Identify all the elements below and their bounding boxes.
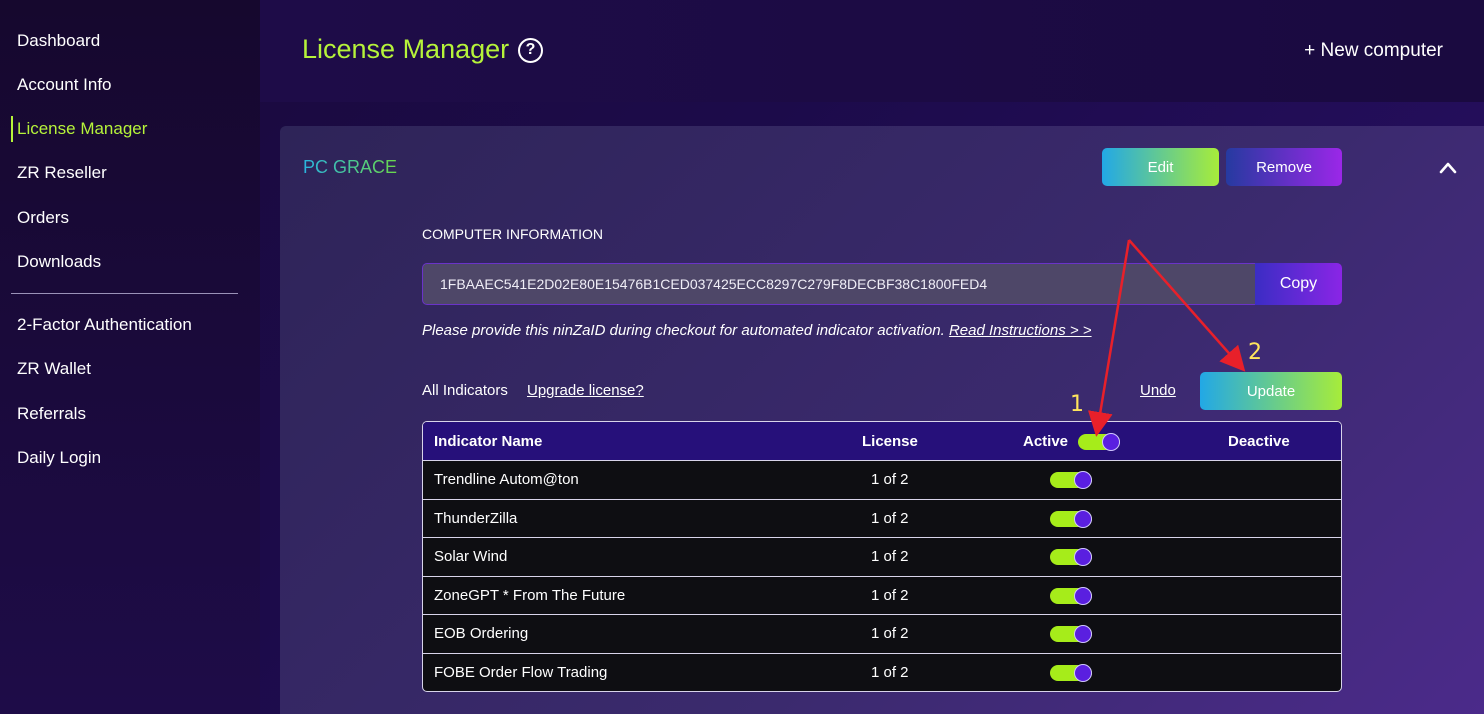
toggle-all-active[interactable] (1078, 433, 1120, 451)
sidebar-item-downloads[interactable]: Downloads (17, 252, 101, 272)
sidebar-item-daily-login[interactable]: Daily Login (17, 448, 101, 468)
sidebar-item-account-info[interactable]: Account Info (17, 75, 112, 95)
section-label: COMPUTER INFORMATION (422, 226, 603, 242)
indicator-name: Trendline Autom@ton (434, 471, 579, 488)
indicators-table: Indicator Name License Active Deactive T… (422, 421, 1342, 692)
toggle-knob (1074, 548, 1092, 566)
upgrade-license-link[interactable]: Upgrade license? (527, 382, 644, 399)
table-row: EOB Ordering 1 of 2 (423, 615, 1341, 654)
active-toggle[interactable] (1050, 625, 1092, 643)
license-count: 1 of 2 (871, 663, 909, 681)
edit-button[interactable]: Edit (1102, 148, 1219, 186)
new-computer-button[interactable]: + New computer (1304, 40, 1443, 62)
toggle-knob (1074, 625, 1092, 643)
info-note: Please provide this ninZaID during check… (422, 322, 1092, 339)
indicator-name: EOB Ordering (434, 625, 529, 642)
ninzaid-field[interactable]: 1FBAAEC541E2D02E80E15476B1CED037425ECC82… (422, 263, 1256, 305)
header-license: License (862, 433, 918, 450)
toggle-knob (1074, 471, 1092, 489)
remove-button[interactable]: Remove (1226, 148, 1342, 186)
help-icon[interactable]: ? (518, 38, 543, 63)
toggle-knob (1074, 586, 1092, 605)
header-active: Active (1023, 433, 1069, 450)
sidebar-item-dashboard[interactable]: Dashboard (17, 31, 100, 51)
chevron-up-icon[interactable] (1438, 158, 1458, 178)
info-note-text: Please provide this ninZaID during check… (422, 322, 949, 339)
sidebar-item-2fa[interactable]: 2-Factor Authentication (17, 315, 192, 335)
table-header: Indicator Name License Active Deactive (423, 422, 1341, 461)
active-toggle[interactable] (1050, 548, 1092, 566)
table-row: ZoneGPT * From The Future 1 of 2 (423, 577, 1341, 615)
indicator-name: ZoneGPT * From The Future (434, 586, 626, 604)
all-indicators-label: All Indicators (422, 382, 508, 399)
indicator-name: ThunderZilla (434, 509, 518, 527)
computer-name: PC GRACE (303, 157, 398, 177)
sidebar-item-zr-wallet[interactable]: ZR Wallet (17, 359, 91, 379)
table-row: ThunderZilla 1 of 2 (423, 500, 1341, 538)
license-count: 1 of 2 (871, 625, 909, 642)
read-instructions-link[interactable]: Read Instructions > > (949, 322, 1092, 339)
indicator-name: FOBE Order Flow Trading (434, 663, 608, 681)
sidebar-item-license-manager[interactable]: License Manager (17, 119, 147, 139)
annotation-step-1: 1 (1070, 392, 1084, 417)
sidebar-item-orders[interactable]: Orders (17, 208, 69, 228)
license-count: 1 of 2 (871, 509, 909, 527)
table-row: FOBE Order Flow Trading 1 of 2 (423, 654, 1341, 692)
undo-link[interactable]: Undo (1140, 382, 1176, 399)
license-count: 1 of 2 (871, 586, 909, 604)
sidebar-item-referrals[interactable]: Referrals (17, 404, 86, 424)
header-deactive: Deactive (1228, 433, 1290, 450)
license-count: 1 of 2 (871, 548, 909, 565)
update-button[interactable]: Update (1200, 372, 1342, 410)
sidebar (0, 0, 260, 714)
active-toggle[interactable] (1050, 509, 1092, 528)
sidebar-divider (11, 293, 238, 294)
toggle-knob (1102, 433, 1120, 451)
header-indicator-name: Indicator Name (434, 433, 543, 450)
annotation-step-2: 2 (1248, 340, 1262, 365)
copy-button[interactable]: Copy (1255, 263, 1342, 305)
table-row: Solar Wind 1 of 2 (423, 538, 1341, 577)
page-title: License Manager (302, 34, 510, 64)
indicator-name: Solar Wind (434, 548, 508, 565)
table-row: Trendline Autom@ton 1 of 2 (423, 461, 1341, 500)
toggle-knob (1074, 663, 1092, 682)
sidebar-item-zr-reseller[interactable]: ZR Reseller (17, 163, 107, 183)
active-toggle[interactable] (1050, 586, 1092, 605)
active-toggle[interactable] (1050, 663, 1092, 682)
active-toggle[interactable] (1050, 471, 1092, 489)
toggle-knob (1074, 509, 1092, 528)
active-indicator-bar (11, 116, 13, 142)
license-count: 1 of 2 (871, 471, 909, 488)
